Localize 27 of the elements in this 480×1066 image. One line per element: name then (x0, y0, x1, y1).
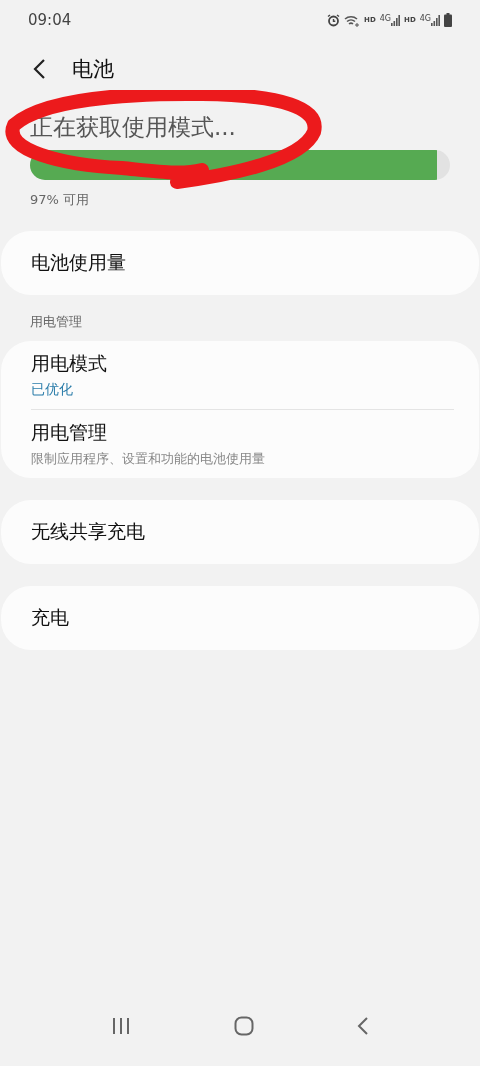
alarm-icon (327, 13, 341, 27)
home-icon[interactable] (234, 1016, 254, 1036)
item-title: 电池使用量 (31, 250, 127, 275)
item-description: 限制应用程序、设置和功能的电池使用量 (31, 450, 266, 468)
signal-icon (391, 14, 401, 26)
page-title: 电池 (72, 56, 114, 83)
battery-icon (444, 13, 452, 27)
settings-item[interactable]: 电池使用量 (31, 231, 454, 295)
recent-apps-icon[interactable] (111, 1018, 132, 1034)
signal-icon (431, 14, 440, 26)
network-label: 4G (419, 14, 431, 23)
item-value: 已优化 (31, 381, 74, 399)
item-title: 充电 (31, 605, 70, 630)
back-nav-icon[interactable] (356, 1017, 369, 1035)
wifi-icon (344, 13, 361, 27)
network-label: 4G (379, 14, 392, 23)
status-time: 09:04 (28, 11, 72, 29)
settings-item[interactable]: 无线共享充电 (31, 500, 454, 564)
item-title: 用电管理 (31, 420, 108, 445)
item-title: 无线共享充电 (31, 519, 146, 544)
battery-available: 97% 可用 (30, 191, 91, 209)
section-label: 用电管理 (29, 313, 83, 331)
back-icon[interactable] (32, 58, 46, 80)
item-title: 用电模式 (31, 351, 108, 376)
settings-item[interactable]: 用电管理 限制应用程序、设置和功能的电池使用量 (31, 410, 454, 478)
settings-item[interactable]: 用电模式 已优化 (31, 341, 454, 409)
settings-item[interactable]: 充电 (31, 586, 454, 650)
